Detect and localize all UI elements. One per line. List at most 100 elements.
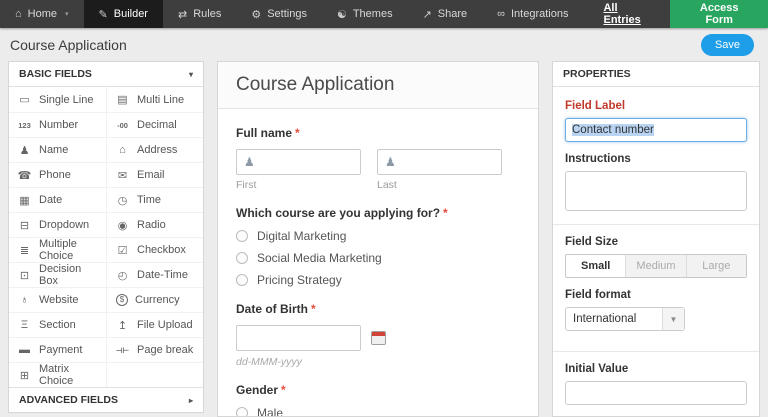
date-of-birth-input[interactable] [236, 325, 361, 351]
field-type-label: Matrix Choice [39, 363, 74, 387]
chevron-right-icon: ▸ [188, 395, 193, 405]
field-type-label: Checkbox [137, 244, 186, 256]
first-name-input[interactable]: ♟ [236, 149, 361, 175]
field-type-number[interactable]: 123 Number [9, 112, 106, 137]
label-text: Which course are you applying for? [236, 206, 441, 220]
empty-cell [106, 362, 203, 387]
all-entries-link[interactable]: All Entries [583, 2, 670, 26]
field-type-website[interactable]: ♁ Website [9, 287, 106, 312]
full-name-field[interactable]: Full name * ♟ First ♟ Last [236, 126, 520, 191]
field-type-radio[interactable]: ◉ Radio [106, 212, 203, 237]
initial-value-input[interactable] [565, 381, 747, 405]
field-size-small[interactable]: Small [566, 255, 626, 277]
last-name-input[interactable]: ♟ [377, 149, 502, 175]
field-type-file-upload[interactable]: ↥ File Upload [106, 312, 203, 337]
website-icon: ♁ [20, 294, 29, 306]
course-option-social-media-marketing[interactable]: Social Media Marketing [236, 251, 520, 265]
email-icon: ✉ [117, 169, 128, 182]
basic-fields-header[interactable]: BASIC FIELDS ▾ [9, 62, 203, 87]
field-type-payment[interactable]: ▬ Payment [9, 337, 106, 362]
course-label: Which course are you applying for? * [236, 206, 520, 220]
radio-icon [236, 407, 248, 416]
course-options: Digital Marketing Social Media Marketing P… [236, 229, 520, 287]
properties-title: PROPERTIES [563, 68, 631, 80]
last-name-wrap: ♟ Last [377, 149, 502, 191]
field-type-single-line[interactable]: ▭ Single Line [9, 87, 106, 112]
field-type-address[interactable]: ⌂ Address [106, 137, 203, 162]
field-type-dropdown[interactable]: ⊟ Dropdown [9, 212, 106, 237]
instructions-textarea[interactable] [565, 171, 747, 211]
field-type-date[interactable]: ▦ Date [9, 187, 106, 212]
date-of-birth-field[interactable]: Date of Birth * dd-MMM-yyyy [236, 302, 520, 368]
field-type-label: Multiple Choice [39, 238, 77, 262]
calendar-icon[interactable] [371, 331, 386, 345]
field-type-name[interactable]: ♟ Name [9, 137, 106, 162]
field-type-multiple-choice[interactable]: ≣ Multiple Choice [9, 237, 106, 262]
chevron-down-icon: ▾ [188, 69, 193, 79]
nav-item-builder[interactable]: ✎ Builder [83, 0, 163, 28]
radio-option-label: Pricing Strategy [257, 273, 342, 287]
field-type-multi-line[interactable]: ▤ Multi Line [106, 87, 203, 112]
field-size-large[interactable]: Large [685, 255, 746, 277]
advanced-fields-header[interactable]: ADVANCED FIELDS ▸ [9, 387, 203, 412]
radio-icon [236, 252, 248, 264]
required-asterisk: * [311, 302, 316, 316]
radio-option-label: Digital Marketing [257, 229, 347, 243]
field-type-currency[interactable]: $ Currency [106, 287, 203, 312]
initial-value-label: Initial Value [565, 363, 629, 375]
nav-item-home[interactable]: ⌂ Home ▾ [0, 0, 84, 28]
instructions-label: Instructions [565, 153, 631, 165]
multi-line-icon: ▤ [117, 94, 128, 106]
field-type-label: Payment [39, 344, 83, 356]
field-size-label: Field Size [565, 236, 619, 248]
course-option-pricing-strategy[interactable]: Pricing Strategy [236, 273, 520, 287]
field-type-checkbox[interactable]: ☑ Checkbox [106, 237, 203, 262]
gender-field[interactable]: Gender* MaleFemale [236, 383, 520, 416]
field-size-medium[interactable]: Medium [625, 255, 686, 277]
save-button[interactable]: Save [700, 33, 754, 56]
field-label-input[interactable]: Contact number [565, 118, 747, 142]
nav-item-label: Share [437, 8, 468, 20]
field-type-date-time[interactable]: ◴ Date-Time [106, 262, 203, 287]
field-type-section[interactable]: Ξ Section [9, 312, 106, 337]
rules-icon: ⇄ [177, 8, 188, 21]
first-name-wrap: ♟ First [236, 149, 361, 191]
field-type-decimal[interactable]: -00 Decimal [106, 112, 203, 137]
nav-item-settings[interactable]: ⚙ Settings [236, 0, 322, 28]
course-option-digital-marketing[interactable]: Digital Marketing [236, 229, 520, 243]
field-type-time[interactable]: ◷ Time [106, 187, 203, 212]
full-name-label: Full name * [236, 126, 520, 140]
section-icon: Ξ [20, 319, 29, 331]
nav-item-label: Settings [267, 8, 307, 20]
field-type-matrix-choice[interactable]: ⊞ Matrix Choice [9, 362, 106, 387]
access-form-button[interactable]: Access Form [670, 0, 768, 28]
date-icon: ▦ [19, 194, 30, 207]
field-type-label: Phone [39, 169, 71, 181]
chevron-down-icon: ▾ [65, 11, 69, 18]
course-field[interactable]: Which course are you applying for? * Digi… [236, 206, 520, 287]
nav-item-rules[interactable]: ⇄ Rules [163, 0, 236, 28]
multiple-choice-icon: ≣ [19, 244, 30, 257]
field-type-label: Page break [137, 344, 194, 356]
field-format-select[interactable]: International ▼ [565, 307, 685, 331]
nav-item-integrations[interactable]: ∞ Integrations [482, 0, 583, 28]
nav-item-label: Themes [352, 8, 393, 20]
field-type-page-break[interactable]: ⊣⊢ Page break [106, 337, 203, 362]
share-icon: ↗ [422, 8, 432, 21]
form-preview: Course Application Full name * ♟ First ♟… [217, 61, 539, 417]
gender-option-male[interactable]: Male [236, 406, 520, 416]
nav-right: All Entries Access Form [583, 0, 768, 28]
single-line-icon: ▭ [19, 94, 30, 106]
field-type-email[interactable]: ✉ Email [106, 162, 203, 187]
field-type-phone[interactable]: ☎ Phone [9, 162, 106, 187]
content-area: BASIC FIELDS ▾ ▭ Single Line ▤ Multi Line 12… [0, 61, 768, 417]
required-asterisk: * [443, 206, 448, 220]
nav-item-share[interactable]: ↗ Share [408, 0, 483, 28]
field-type-label: Website [39, 294, 79, 306]
radio-icon [236, 230, 248, 242]
required-asterisk: * [281, 383, 286, 397]
gender-label: Gender * [236, 383, 520, 397]
nav-item-themes[interactable]: ☯ Themes [322, 0, 408, 28]
builder-icon: ✎ [98, 8, 108, 21]
field-type-decision-box[interactable]: ⊡ Decision Box [9, 262, 106, 287]
